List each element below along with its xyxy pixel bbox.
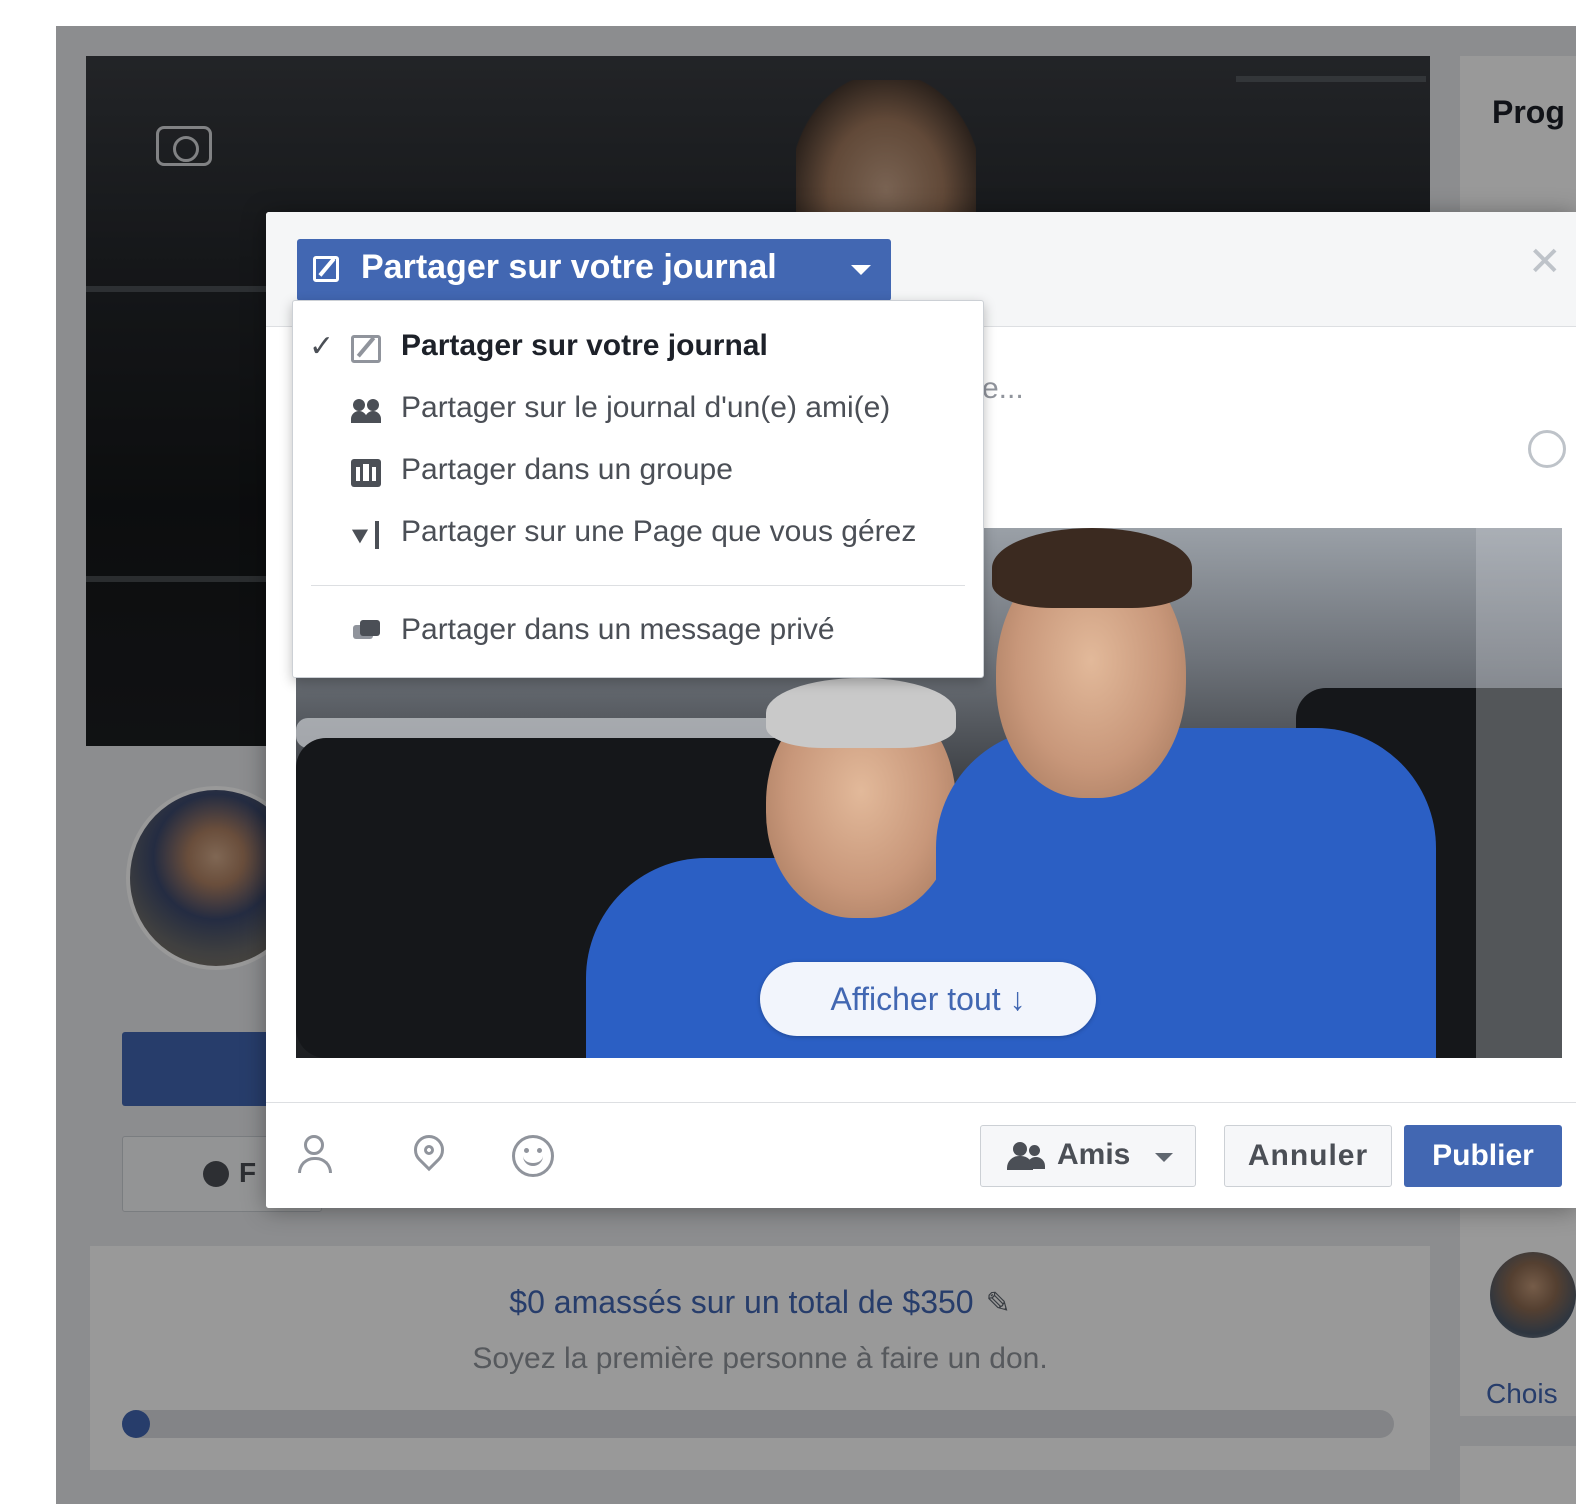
checkmark-icon: ✓ [309,330,335,363]
group-icon [351,459,381,487]
close-icon[interactable]: ✕ [1528,242,1562,282]
tag-friends-icon[interactable] [296,1135,336,1175]
menu-item-label: Partager dans un message privé [401,613,835,646]
message-icon [351,619,381,647]
friends-icon [351,397,381,425]
menu-item-label: Partager dans un groupe [401,453,733,486]
menu-item-share-group[interactable]: Partager dans un groupe [293,445,983,501]
edit-icon [313,256,339,282]
edit-icon [351,335,381,363]
location-pin-icon[interactable] [407,1128,451,1175]
friends-icon [1003,1142,1047,1172]
menu-item-share-private-message[interactable]: Partager dans un message privé [293,605,983,661]
audience-label: Amis [1057,1138,1131,1171]
caret-down-icon [851,265,871,275]
feeling-smiley-icon[interactable] [512,1135,554,1177]
menu-item-label: Partager sur le journal d'un(e) ami(e) [401,391,891,424]
menu-item-share-timeline[interactable]: ✓ Partager sur votre journal [293,321,983,377]
flag-icon [351,521,381,549]
menu-item-share-friend-timeline[interactable]: Partager sur le journal d'un(e) ami(e) [293,383,983,439]
cancel-button[interactable]: Annuler [1224,1125,1392,1187]
menu-item-label: Partager sur une Page que vous gérez [401,515,917,548]
caret-down-icon [1155,1153,1173,1162]
share-dialog-footer: Amis Annuler Publier [266,1102,1576,1208]
emoji-icon[interactable] [1528,430,1566,468]
audience-selector[interactable]: Amis [980,1125,1196,1187]
menu-divider [311,585,965,586]
menu-item-share-page[interactable]: Partager sur une Page que vous gérez [293,507,983,563]
menu-item-label: Partager sur votre journal [401,329,768,362]
share-target-dropdown[interactable]: Partager sur votre journal [297,239,891,301]
share-target-menu: ✓ Partager sur votre journal Partager su… [292,300,984,678]
share-target-label: Partager sur votre journal [361,248,777,286]
show-all-button[interactable]: Afficher tout ↓ [760,962,1096,1036]
composer-placeholder[interactable]: e... [982,372,1024,406]
publish-button[interactable]: Publier [1404,1125,1562,1187]
